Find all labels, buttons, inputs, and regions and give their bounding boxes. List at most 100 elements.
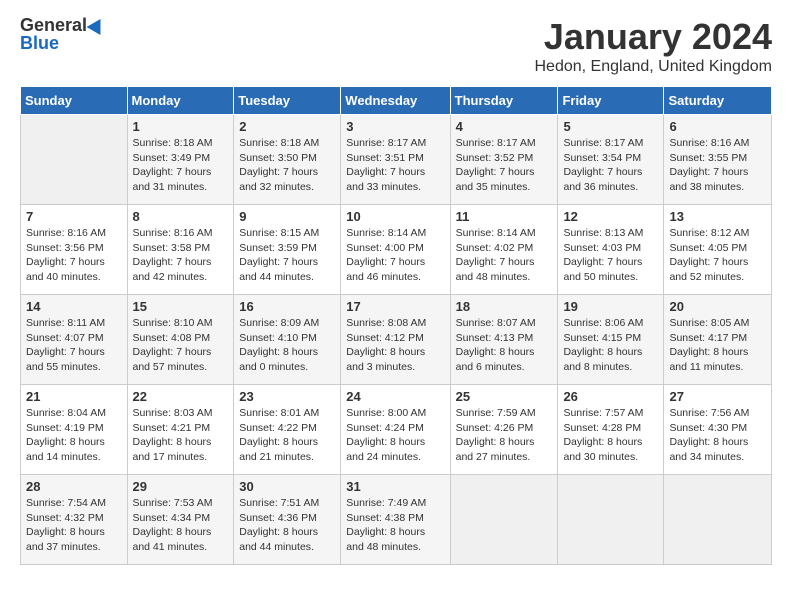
cell-content: Sunrise: 8:08 AM Sunset: 4:12 PM Dayligh… [346, 316, 444, 375]
day-header-monday: Monday [127, 87, 234, 115]
day-number: 11 [456, 209, 553, 224]
cell-content: Sunrise: 8:06 AM Sunset: 4:15 PM Dayligh… [563, 316, 658, 375]
day-number: 5 [563, 119, 658, 134]
calendar-week-row: 14Sunrise: 8:11 AM Sunset: 4:07 PM Dayli… [21, 295, 772, 385]
calendar-cell: 2Sunrise: 8:18 AM Sunset: 3:50 PM Daylig… [234, 115, 341, 205]
cell-content: Sunrise: 8:16 AM Sunset: 3:56 PM Dayligh… [26, 226, 122, 285]
calendar-week-row: 1Sunrise: 8:18 AM Sunset: 3:49 PM Daylig… [21, 115, 772, 205]
logo-general-text: General [20, 16, 87, 34]
cell-content: Sunrise: 7:57 AM Sunset: 4:28 PM Dayligh… [563, 406, 658, 465]
day-header-saturday: Saturday [664, 87, 772, 115]
calendar-cell: 22 Sunrise: 8:03 AM Sunset: 4:21 PM Dayli… [127, 385, 234, 475]
day-number: 15 [133, 299, 229, 314]
day-number: 31 [346, 479, 444, 494]
calendar-cell: 9 Sunrise: 8:15 AM Sunset: 3:59 PM Daylig… [234, 205, 341, 295]
day-number: 18 [456, 299, 553, 314]
day-header-friday: Friday [558, 87, 664, 115]
calendar-cell: 17 Sunrise: 8:08 AM Sunset: 4:12 PM Dayli… [341, 295, 450, 385]
calendar-cell: 8 Sunrise: 8:16 AM Sunset: 3:58 PM Daylig… [127, 205, 234, 295]
day-number: 3 [346, 119, 444, 134]
cell-content: Sunrise: 8:12 AM Sunset: 4:05 PM Dayligh… [669, 226, 766, 285]
calendar-cell: 15 Sunrise: 8:10 AM Sunset: 4:08 PM Dayli… [127, 295, 234, 385]
cell-content: Sunrise: 7:56 AM Sunset: 4:30 PM Dayligh… [669, 406, 766, 465]
day-number: 7 [26, 209, 122, 224]
day-number: 2 [239, 119, 335, 134]
calendar-week-row: 28 Sunrise: 7:54 AM Sunset: 4:32 PM Dayli… [21, 475, 772, 565]
day-number: 17 [346, 299, 444, 314]
day-number: 28 [26, 479, 122, 494]
day-number: 20 [669, 299, 766, 314]
day-header-tuesday: Tuesday [234, 87, 341, 115]
calendar-cell [664, 475, 772, 565]
day-number: 6 [669, 119, 766, 134]
day-number: 14 [26, 299, 122, 314]
location-title: Hedon, England, United Kingdom [535, 58, 773, 76]
calendar-cell: 12Sunrise: 8:13 AM Sunset: 4:03 PM Dayli… [558, 205, 664, 295]
calendar-cell: 28 Sunrise: 7:54 AM Sunset: 4:32 PM Dayli… [21, 475, 128, 565]
calendar-cell: 11Sunrise: 8:14 AM Sunset: 4:02 PM Dayli… [450, 205, 558, 295]
day-header-thursday: Thursday [450, 87, 558, 115]
cell-content: Sunrise: 8:17 AM Sunset: 3:52 PM Dayligh… [456, 136, 553, 195]
logo-triangle-icon [87, 15, 108, 35]
calendar-cell: 21Sunrise: 8:04 AM Sunset: 4:19 PM Dayli… [21, 385, 128, 475]
day-number: 9 [239, 209, 335, 224]
calendar-cell: 26 Sunrise: 7:57 AM Sunset: 4:28 PM Dayli… [558, 385, 664, 475]
day-number: 4 [456, 119, 553, 134]
calendar-cell [450, 475, 558, 565]
day-number: 13 [669, 209, 766, 224]
calendar-cell: 3 Sunrise: 8:17 AM Sunset: 3:51 PM Daylig… [341, 115, 450, 205]
page-header: General Blue January 2024 Hedon, England… [20, 16, 772, 76]
day-number: 19 [563, 299, 658, 314]
calendar-cell [558, 475, 664, 565]
month-title: January 2024 [535, 16, 773, 58]
cell-content: Sunrise: 8:14 AM Sunset: 4:00 PM Dayligh… [346, 226, 444, 285]
calendar-cell: 24 Sunrise: 8:00 AM Sunset: 4:24 PM Dayli… [341, 385, 450, 475]
day-number: 22 [133, 389, 229, 404]
cell-content: Sunrise: 8:03 AM Sunset: 4:21 PM Dayligh… [133, 406, 229, 465]
day-number: 21 [26, 389, 122, 404]
calendar-cell: 30Sunrise: 7:51 AM Sunset: 4:36 PM Dayli… [234, 475, 341, 565]
cell-content: Sunrise: 8:00 AM Sunset: 4:24 PM Dayligh… [346, 406, 444, 465]
calendar-cell: 4 Sunrise: 8:17 AM Sunset: 3:52 PM Daylig… [450, 115, 558, 205]
cell-content: Sunrise: 8:17 AM Sunset: 3:54 PM Dayligh… [563, 136, 658, 195]
day-number: 8 [133, 209, 229, 224]
day-number: 23 [239, 389, 335, 404]
day-number: 25 [456, 389, 553, 404]
calendar-cell: 20Sunrise: 8:05 AM Sunset: 4:17 PM Dayli… [664, 295, 772, 385]
logo: General Blue [20, 16, 105, 52]
cell-content: Sunrise: 8:10 AM Sunset: 4:08 PM Dayligh… [133, 316, 229, 375]
calendar-table: SundayMondayTuesdayWednesdayThursdayFrid… [20, 86, 772, 565]
day-number: 24 [346, 389, 444, 404]
calendar-week-row: 7 Sunrise: 8:16 AM Sunset: 3:56 PM Daylig… [21, 205, 772, 295]
cell-content: Sunrise: 7:51 AM Sunset: 4:36 PM Dayligh… [239, 496, 335, 555]
logo-blue-text: Blue [20, 34, 105, 52]
day-number: 10 [346, 209, 444, 224]
day-header-sunday: Sunday [21, 87, 128, 115]
calendar-cell: 29Sunrise: 7:53 AM Sunset: 4:34 PM Dayli… [127, 475, 234, 565]
calendar-cell: 27Sunrise: 7:56 AM Sunset: 4:30 PM Dayli… [664, 385, 772, 475]
cell-content: Sunrise: 7:59 AM Sunset: 4:26 PM Dayligh… [456, 406, 553, 465]
day-header-wednesday: Wednesday [341, 87, 450, 115]
cell-content: Sunrise: 7:54 AM Sunset: 4:32 PM Dayligh… [26, 496, 122, 555]
calendar-cell: 13 Sunrise: 8:12 AM Sunset: 4:05 PM Dayli… [664, 205, 772, 295]
day-number: 16 [239, 299, 335, 314]
calendar-cell: 19 Sunrise: 8:06 AM Sunset: 4:15 PM Dayli… [558, 295, 664, 385]
day-number: 26 [563, 389, 658, 404]
day-number: 12 [563, 209, 658, 224]
cell-content: Sunrise: 8:01 AM Sunset: 4:22 PM Dayligh… [239, 406, 335, 465]
cell-content: Sunrise: 8:07 AM Sunset: 4:13 PM Dayligh… [456, 316, 553, 375]
calendar-cell: 25 Sunrise: 7:59 AM Sunset: 4:26 PM Dayli… [450, 385, 558, 475]
cell-content: Sunrise: 8:16 AM Sunset: 3:55 PM Dayligh… [669, 136, 766, 195]
cell-content: Sunrise: 7:53 AM Sunset: 4:34 PM Dayligh… [133, 496, 229, 555]
calendar-cell: 5 Sunrise: 8:17 AM Sunset: 3:54 PM Daylig… [558, 115, 664, 205]
cell-content: Sunrise: 8:15 AM Sunset: 3:59 PM Dayligh… [239, 226, 335, 285]
cell-content: Sunrise: 8:16 AM Sunset: 3:58 PM Dayligh… [133, 226, 229, 285]
cell-content: Sunrise: 8:17 AM Sunset: 3:51 PM Dayligh… [346, 136, 444, 195]
calendar-cell: 18 Sunrise: 8:07 AM Sunset: 4:13 PM Dayli… [450, 295, 558, 385]
calendar-cell: 7 Sunrise: 8:16 AM Sunset: 3:56 PM Daylig… [21, 205, 128, 295]
cell-content: Sunrise: 8:18 AM Sunset: 3:49 PM Dayligh… [133, 136, 229, 195]
title-section: January 2024 Hedon, England, United King… [535, 16, 773, 76]
calendar-cell: 16Sunrise: 8:09 AM Sunset: 4:10 PM Dayli… [234, 295, 341, 385]
calendar-header-row: SundayMondayTuesdayWednesdayThursdayFrid… [21, 87, 772, 115]
calendar-cell: 23 Sunrise: 8:01 AM Sunset: 4:22 PM Dayli… [234, 385, 341, 475]
